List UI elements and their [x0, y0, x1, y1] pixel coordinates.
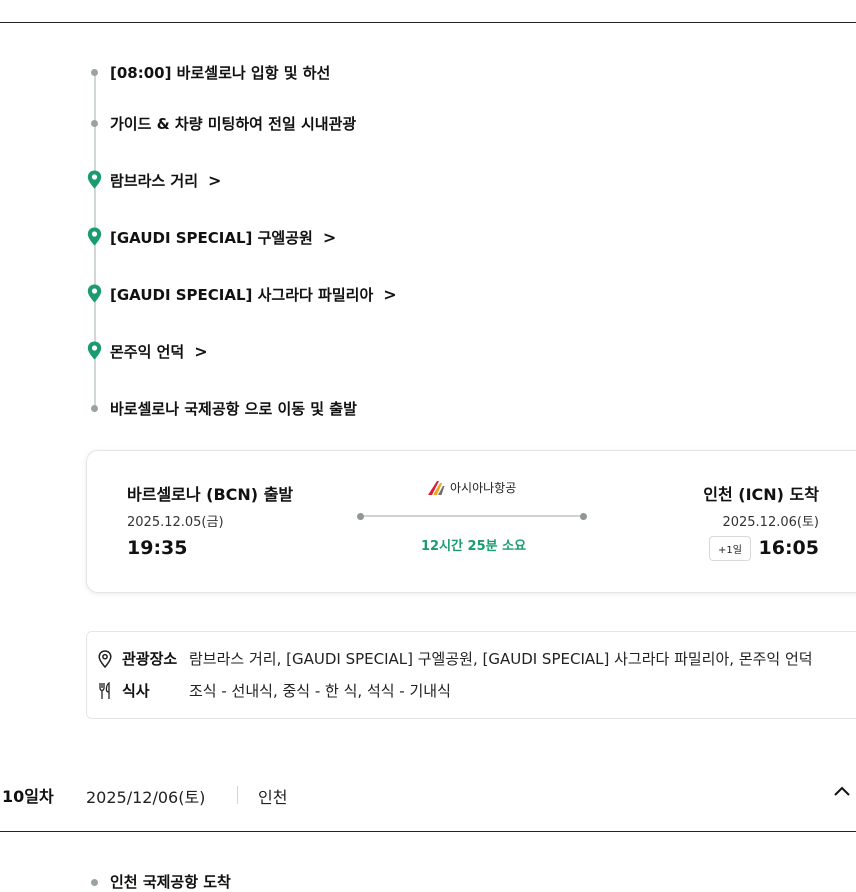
day-separator	[237, 786, 238, 804]
map-pin-icon	[87, 227, 102, 246]
departure-date: 2025.12.05(금)	[127, 515, 224, 530]
location-icon	[98, 649, 112, 668]
sights-label: 관광장소	[122, 650, 178, 668]
timeline-item-label: [GAUDI SPECIAL] 구엘공원	[110, 229, 313, 247]
sights-value: 람브라스 거리, [GAUDI SPECIAL] 구엘공원, [GAUDI SP…	[189, 650, 813, 668]
map-pin-icon	[87, 341, 102, 360]
airline: 아시아나항공	[427, 479, 516, 496]
departure-time: 19:35	[127, 537, 188, 559]
timeline-item-label: 몬주익 언덕	[110, 343, 185, 361]
day-header[interactable]: 10일차 2025/12/06(토) 인천	[0, 779, 856, 811]
fork-knife-icon	[99, 681, 110, 699]
map-pin-icon	[87, 284, 102, 303]
flight-card: 바르셀로나 (BCN) 출발 2025.12.05(금) 19:35 아시아나항…	[86, 450, 856, 593]
flight-duration: 12시간 25분 소요	[421, 539, 527, 554]
airline-logo-icon	[428, 480, 445, 495]
airline-name: 아시아나항공	[450, 481, 517, 495]
map-pin-icon	[87, 170, 102, 189]
sight-link-montjuic[interactable]: 몬주익 언덕 >	[110, 341, 208, 362]
timeline-dot	[91, 405, 98, 412]
day-city: 인천	[258, 788, 288, 807]
chevron-right-icon: >	[194, 342, 208, 361]
day-number: 10일차	[2, 787, 54, 806]
arrival-time: 16:05	[758, 537, 819, 559]
day-divider	[0, 831, 856, 832]
sight-link-las-ramblas[interactable]: 람브라스 거리 >	[110, 170, 221, 191]
sight-link-park-guell[interactable]: [GAUDI SPECIAL] 구엘공원 >	[110, 227, 336, 248]
timeline-dot	[91, 69, 98, 76]
arrival-city: 인천 (ICN) 도착	[703, 485, 819, 504]
timeline-item-label: 바로셀로나 국제공항 으로 이동 및 출발	[110, 400, 357, 418]
timeline-item-label: [08:00] 바로셀로나 입항 및 하선	[110, 64, 331, 82]
meals-value: 조식 - 선내식, 중식 - 한 식, 석식 - 기내식	[189, 682, 451, 700]
chevron-right-icon: >	[322, 228, 337, 247]
meals-label: 식사	[122, 682, 150, 700]
day-date: 2025/12/06(토)	[86, 788, 206, 807]
timeline-item-label: 가이드 & 차량 미팅하여 전일 시내관광	[110, 115, 357, 133]
sights-row: 관광장소 람브라스 거리, [GAUDI SPECIAL] 구엘공원, [GAU…	[97, 648, 813, 669]
arrival-date: 2025.12.06(토)	[722, 515, 819, 530]
plus-day-badge: +1일	[709, 536, 751, 561]
timeline-dot	[91, 120, 98, 127]
day-summary-box: 관광장소 람브라스 거리, [GAUDI SPECIAL] 구엘공원, [GAU…	[86, 631, 856, 719]
top-divider	[0, 22, 856, 23]
sight-link-sagrada-familia[interactable]: [GAUDI SPECIAL] 사그라다 파밀리아 >	[110, 284, 397, 305]
chevron-up-icon[interactable]	[832, 781, 852, 801]
departure-city: 바르셀로나 (BCN) 출발	[127, 485, 294, 504]
chevron-right-icon: >	[208, 171, 222, 190]
timeline-item-label: 람브라스 거리	[110, 172, 199, 190]
meals-row: 식사 조식 - 선내식, 중식 - 한 식, 석식 - 기내식	[97, 680, 451, 701]
timeline-item-label: 인천 국제공항 도착	[110, 873, 231, 891]
flight-route-line	[357, 513, 587, 520]
timeline-item-label: [GAUDI SPECIAL] 사그라다 파밀리아	[110, 286, 374, 304]
chevron-right-icon: >	[383, 285, 397, 304]
